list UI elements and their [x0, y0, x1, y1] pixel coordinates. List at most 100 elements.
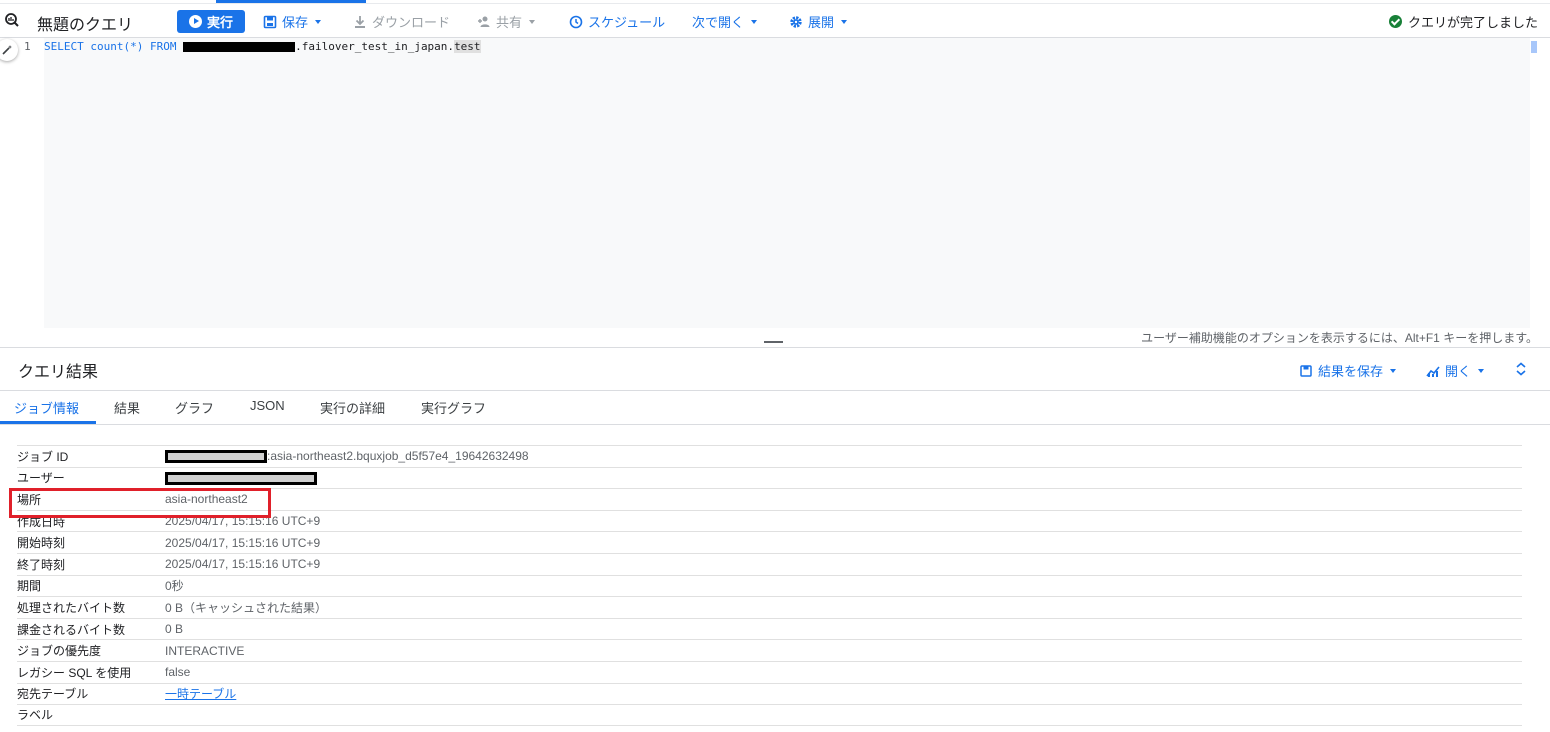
- duration-key: 期間: [17, 579, 42, 594]
- editor-gutter: 1: [0, 38, 44, 328]
- share-button[interactable]: 共有: [477, 12, 536, 31]
- query-toolbar: 無題のクエリ 実行 保存 ダウンロード 共有 スケジュール 次で開く 展開 クエ…: [0, 4, 1550, 38]
- tab-results[interactable]: 結果: [114, 398, 140, 417]
- tab-job-info[interactable]: ジョブ情報: [14, 398, 79, 417]
- chevron-down-icon: [1390, 368, 1397, 373]
- open-results-button[interactable]: 開く: [1426, 361, 1485, 380]
- code-area[interactable]: SELECT count(*) FROM .failover_test_in_j…: [44, 38, 1530, 328]
- run-button-label: 実行: [206, 15, 233, 30]
- chart-icon: [1426, 365, 1440, 377]
- expand-icon[interactable]: [1515, 362, 1527, 376]
- end-time-key: 終了時刻: [17, 557, 66, 572]
- tabs-divider: [0, 424, 1550, 425]
- download-button[interactable]: ダウンロード: [353, 12, 450, 31]
- tab-chart[interactable]: グラフ: [175, 398, 214, 417]
- query-status: クエリが完了しました: [1388, 12, 1538, 31]
- redacted-project: [183, 42, 296, 52]
- tab-json[interactable]: JSON: [250, 398, 285, 413]
- destination-table-value: 一時テーブル: [165, 685, 236, 702]
- download-button-label: ダウンロード: [372, 15, 451, 30]
- gear-icon: [790, 15, 802, 28]
- play-icon: [188, 15, 202, 28]
- redacted-project-id: [165, 450, 267, 464]
- schedule-button[interactable]: スケジュール: [569, 12, 665, 31]
- table-row: 処理されたバイト数 0 B（キャッシュされた結果）: [17, 596, 1522, 618]
- query-title[interactable]: 無題のクエリ: [37, 11, 133, 35]
- code-text: count(*): [83, 40, 150, 53]
- legacy-sql-key: レガシー SQL を使用: [17, 665, 132, 680]
- accessibility-hint: ユーザー補助機能のオプションを表示するには、Alt+F1 キーを押します。: [1141, 331, 1538, 345]
- open-results-label: 開く: [1445, 364, 1472, 379]
- open-next-button[interactable]: 次で開く: [692, 12, 758, 31]
- priority-key: ジョブの優先度: [17, 644, 102, 659]
- temp-table-link[interactable]: 一時テーブル: [165, 687, 236, 701]
- chevron-down-icon: [315, 19, 322, 24]
- query-status-text: クエリが完了しました: [1407, 15, 1538, 30]
- editor-scrollbar[interactable]: [1531, 41, 1537, 53]
- table-row: 課金されるバイト数 0 B: [17, 617, 1522, 640]
- user-key: ユーザー: [17, 471, 65, 486]
- start-time-key: 開始時刻: [17, 536, 66, 551]
- code-selected-text: test: [454, 40, 481, 53]
- chevron-down-icon: [841, 19, 848, 24]
- table-row: ラベル: [17, 704, 1522, 726]
- code-keyword: FROM: [149, 40, 177, 53]
- job-id-key: ジョブ ID: [17, 449, 69, 464]
- table-row: ジョブ ID :asia-northeast2.bquxjob_d5f57e4_…: [17, 445, 1522, 467]
- save-icon: [1300, 364, 1312, 377]
- table-row: 期間 0秒: [17, 574, 1522, 597]
- code-keyword: SELECT: [44, 40, 84, 53]
- resize-handle[interactable]: [764, 341, 783, 343]
- run-button[interactable]: 実行: [177, 10, 245, 33]
- table-row: レガシー SQL を使用 false: [17, 660, 1522, 683]
- save-results-button[interactable]: 結果を保存: [1299, 361, 1397, 380]
- table-row: ジョブの優先度 INTERACTIVE: [17, 639, 1522, 661]
- tab-execution-graph[interactable]: 実行グラフ: [421, 398, 486, 417]
- legacy-sql-value: false: [165, 665, 191, 680]
- save-button[interactable]: 保存: [263, 12, 322, 31]
- end-time-value: 2025/04/17, 15:15:16 UTC+9: [165, 557, 321, 572]
- bytes-billed-value: 0 B: [165, 622, 184, 637]
- chevron-down-icon: [751, 19, 758, 24]
- user-value: [165, 471, 317, 486]
- query-icon: [5, 13, 19, 27]
- tab-execution-details[interactable]: 実行の詳細: [320, 398, 385, 417]
- deploy-button-label: 展開: [808, 15, 835, 30]
- save-results-label: 結果を保存: [1318, 364, 1384, 379]
- results-title: クエリ結果: [18, 364, 99, 381]
- open-next-button-label: 次で開く: [692, 15, 745, 30]
- table-row: ユーザー: [17, 466, 1522, 489]
- location-highlight-box: [9, 488, 271, 518]
- labels-key: ラベル: [17, 708, 54, 723]
- code-table-path: .failover_test_in_japan.: [295, 40, 455, 53]
- check-circle-icon: [1388, 15, 1402, 28]
- job-id-text: :asia-northeast2.bquxjob_d5f57e4_1964263…: [267, 449, 529, 464]
- bytes-processed-key: 処理されたバイト数: [17, 600, 126, 615]
- deploy-button[interactable]: 展開: [789, 12, 848, 31]
- table-row: 宛先テーブル 一時テーブル: [17, 682, 1522, 705]
- redacted-user: [165, 472, 317, 486]
- split-divider: [0, 347, 1550, 348]
- sql-editor[interactable]: 1 SELECT count(*) FROM .failover_test_in…: [0, 38, 1550, 328]
- schedule-button-label: スケジュール: [588, 15, 666, 30]
- chevron-down-icon: [529, 19, 536, 24]
- magic-wand-icon[interactable]: [0, 39, 18, 61]
- start-time-value: 2025/04/17, 15:15:16 UTC+9: [165, 535, 321, 550]
- share-button-label: 共有: [496, 15, 523, 30]
- table-row: 開始時刻 2025/04/17, 15:15:16 UTC+9: [17, 531, 1522, 553]
- priority-value: INTERACTIVE: [165, 643, 245, 658]
- share-icon: [478, 16, 490, 27]
- duration-value: 0秒: [165, 579, 184, 594]
- line-number: 1: [24, 40, 31, 53]
- bytes-processed-value: 0 B（キャッシュされた結果）: [165, 600, 328, 615]
- bytes-billed-key: 課金されるバイト数: [17, 622, 126, 637]
- job-id-value: :asia-northeast2.bquxjob_d5f57e4_1964263…: [165, 449, 529, 464]
- table-row: 終了時刻 2025/04/17, 15:15:16 UTC+9: [17, 552, 1522, 575]
- download-icon: [355, 15, 365, 28]
- chevron-down-icon: [1478, 368, 1485, 373]
- save-icon: [263, 15, 277, 28]
- results-header-divider: [0, 390, 1550, 391]
- schedule-icon: [569, 15, 583, 28]
- code-line[interactable]: SELECT count(*) FROM .failover_test_in_j…: [44, 40, 481, 53]
- destination-table-key: 宛先テーブル: [17, 687, 89, 702]
